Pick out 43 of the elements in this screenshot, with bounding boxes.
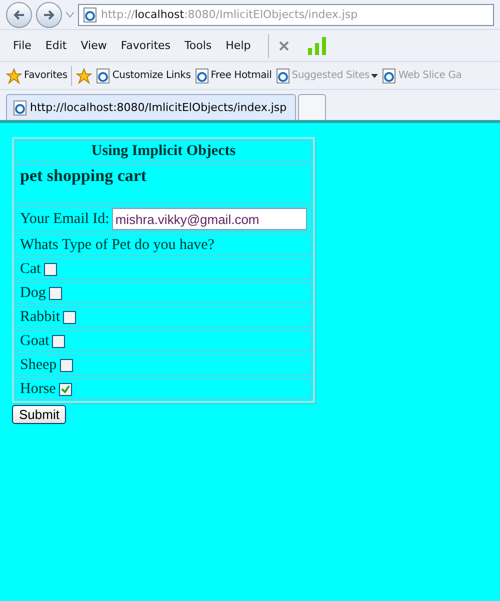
menu-item[interactable]: Favorites bbox=[114, 39, 178, 52]
close-icon[interactable] bbox=[278, 40, 289, 50]
question-text: Whats Type of Pet do you have? bbox=[20, 236, 214, 254]
menu-item[interactable]: Tools bbox=[178, 39, 219, 52]
forward-arrow-icon bbox=[42, 8, 56, 20]
submit-button[interactable]: Submit bbox=[12, 405, 66, 424]
back-arrow-icon bbox=[12, 8, 26, 20]
browser-page-icon bbox=[276, 68, 290, 84]
menu-item[interactable]: Edit bbox=[38, 39, 74, 52]
checkbox-label: Cat bbox=[20, 260, 41, 278]
address-field[interactable]: http://localhost:8080/ImlicitElObjects/index.jsp bbox=[78, 4, 494, 26]
favorites-button[interactable]: Favorites bbox=[6, 68, 68, 84]
browser-page-icon bbox=[96, 68, 110, 84]
form-heading: pet shopping cart bbox=[20, 166, 147, 186]
browser-page-icon bbox=[194, 68, 209, 84]
checkbox[interactable] bbox=[52, 334, 66, 348]
checkbox[interactable] bbox=[58, 382, 72, 396]
star-icon bbox=[6, 68, 22, 84]
checkbox-label: Goat bbox=[20, 332, 50, 350]
browser-page-icon bbox=[382, 68, 396, 84]
menu-item[interactable]: File bbox=[6, 39, 38, 52]
browser-tab[interactable]: http://localhost:8080/ImlicitElObjects/index.jsp bbox=[6, 94, 296, 120]
checkbox-label: Dog bbox=[20, 284, 46, 302]
email-field[interactable]: mishra.vikky@gmail.com bbox=[112, 208, 307, 230]
checkbox-label: Sheep bbox=[20, 356, 57, 374]
forward-button[interactable] bbox=[36, 2, 62, 28]
checkbox[interactable] bbox=[63, 310, 76, 324]
checkbox-label: Horse bbox=[20, 380, 56, 398]
menu-item[interactable]: Help bbox=[218, 39, 258, 52]
add-favorite-icon bbox=[76, 68, 92, 84]
signal-bars-icon bbox=[306, 36, 329, 56]
table-title: Using Implicit Objects bbox=[91, 142, 236, 160]
checkbox[interactable] bbox=[44, 262, 57, 276]
field-label: Your Email Id: bbox=[20, 210, 110, 228]
favorites-link[interactable]: Customize Links bbox=[96, 68, 191, 84]
browser-page-icon bbox=[13, 100, 27, 116]
menu-item[interactable]: View bbox=[74, 39, 114, 52]
checkbox[interactable] bbox=[60, 358, 73, 372]
checkbox[interactable] bbox=[48, 286, 62, 300]
favorites-link[interactable]: Free Hotmail bbox=[194, 68, 272, 84]
browser-page-icon bbox=[83, 6, 97, 22]
checkbox-label: Rabbit bbox=[20, 308, 60, 326]
back-button[interactable] bbox=[6, 2, 32, 28]
